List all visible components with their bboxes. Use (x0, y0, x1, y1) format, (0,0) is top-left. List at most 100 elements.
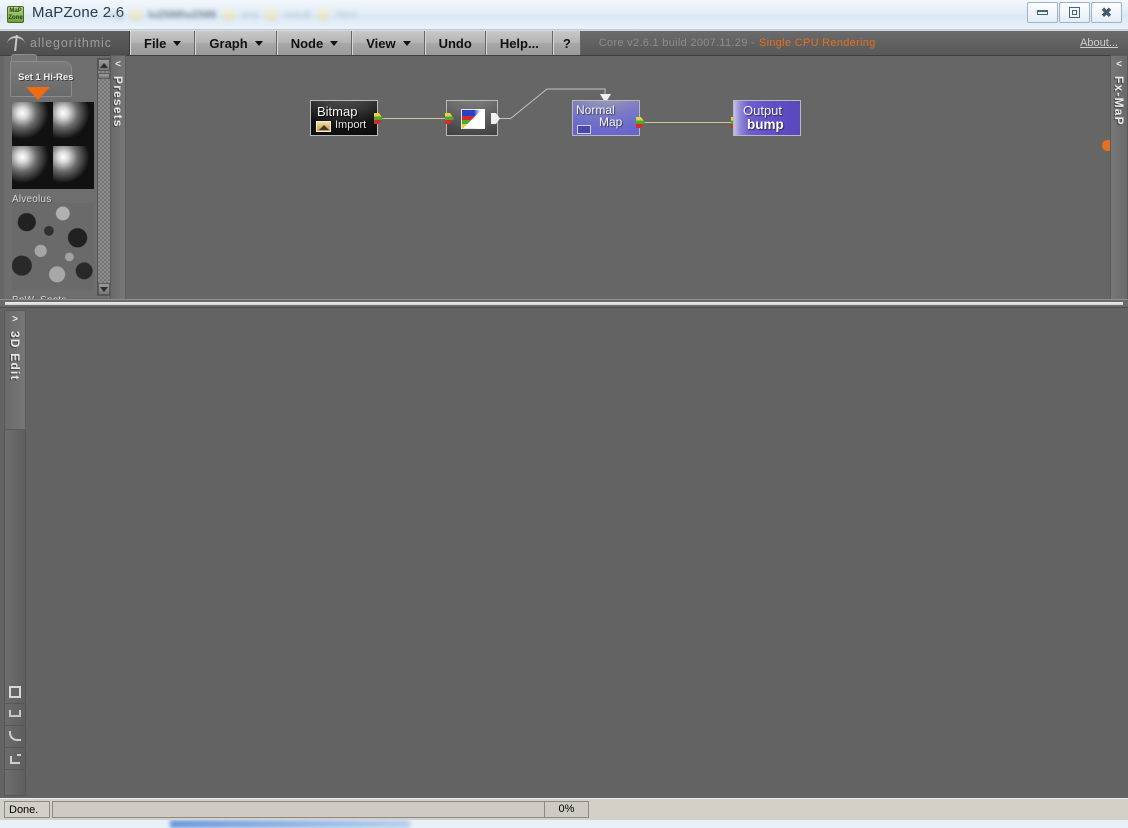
scroll-down-button[interactable] (98, 283, 110, 295)
close-button[interactable]: ✖ (1091, 2, 1122, 23)
mapzone-app-icon: MaP Zone (7, 6, 24, 23)
scrollbar-thumb[interactable] (98, 73, 110, 79)
ghost-icon (128, 8, 142, 21)
about-label: About... (1080, 37, 1118, 49)
node-title: Bitmap (317, 104, 358, 119)
menu-undo-label: Undo (438, 35, 472, 51)
chevron-down-icon (330, 40, 339, 46)
taskbar-ghost-item (170, 820, 410, 828)
main-menubar: allegorithmic File Graph Node View Undo … (0, 31, 1128, 56)
chevron-down-icon (254, 40, 263, 46)
menu-help-label: Help... (499, 35, 539, 51)
maximize-button[interactable] (1059, 2, 1090, 23)
horizontal-splitter[interactable] (0, 299, 1128, 308)
chevron-down-icon (173, 40, 182, 46)
maximize-icon (1069, 7, 1080, 18)
node-output-port[interactable] (374, 113, 383, 124)
scroll-up-button[interactable] (98, 59, 110, 71)
main-workspace: Set 1 Hi-Res Alveolus BnW_Spots < Preset… (0, 54, 1128, 800)
gradient-map-icon (461, 109, 485, 129)
ghost-icon (264, 8, 278, 21)
menu-view[interactable]: View (352, 31, 425, 55)
fxmap-marker-icon (1102, 140, 1110, 151)
preset-thumbnail[interactable] (12, 203, 94, 290)
menu-node-label: Node (290, 35, 324, 51)
menu-help[interactable]: Help... (485, 31, 553, 55)
node-subtitle: Map (599, 115, 623, 129)
about-link[interactable]: About... (1080, 31, 1128, 55)
ghost-text: \u2588\u2588 (147, 8, 217, 21)
image-file-icon (316, 121, 331, 132)
progress-bar: 0% (52, 801, 589, 818)
menu-graph-label: Graph (209, 35, 248, 51)
preset-item-bnw-spots[interactable]: BnW_Spots (12, 203, 94, 308)
preset-thumbnail[interactable] (12, 102, 94, 189)
close-icon: ✖ (1101, 5, 1112, 20)
menu-file-label: File (144, 35, 167, 51)
expand-right-icon[interactable]: > (12, 311, 18, 331)
corner-mark (14, 710, 21, 717)
minimize-button[interactable] (1027, 2, 1058, 23)
allegorithmic-logo-icon (6, 35, 26, 51)
graph-canvas[interactable]: Bitmap Import Normal Map Output bump (127, 56, 1099, 298)
ghost-text: ens (241, 8, 259, 21)
preset-folder-selector[interactable]: Set 1 Hi-Res (8, 54, 88, 100)
node-subtitle: bump (747, 117, 784, 132)
curve-tool-icon[interactable] (5, 726, 25, 748)
collapse-right-icon[interactable]: < (1116, 56, 1122, 76)
ghost-icon (316, 8, 330, 21)
menu-undo[interactable]: Undo (424, 31, 486, 55)
normal-map-icon (577, 125, 591, 134)
allegorithmic-brand: allegorithmic (0, 31, 130, 55)
dropdown-triangle-icon[interactable] (26, 87, 50, 100)
menu-view-label: View (366, 35, 396, 51)
ghost-text: result (283, 8, 311, 21)
minimize-icon (1037, 10, 1048, 15)
edit3d-tab-label: 3D Edit (8, 331, 22, 381)
presets-panel: Set 1 Hi-Res Alveolus BnW_Spots (4, 54, 111, 306)
node-body[interactable]: Bitmap Import (310, 100, 378, 136)
node-body[interactable]: Normal Map (572, 100, 640, 136)
edit-tool-group (5, 682, 25, 770)
core-version-text: Core v2.6.1 build 2007.11.29 - (598, 37, 755, 49)
progress-percent-label: 0% (544, 802, 588, 817)
node-body[interactable]: Output bump (733, 100, 801, 136)
presets-scrollbar[interactable] (97, 58, 111, 296)
ghost-text: html (335, 8, 357, 21)
edit3d-viewport[interactable] (30, 310, 1126, 796)
chevron-up-icon (100, 62, 108, 68)
preset-item-alveolus[interactable]: Alveolus (12, 102, 94, 207)
corner-mark (14, 691, 21, 698)
fxmap-tab-label: Fx-MaP (1112, 76, 1126, 126)
presets-panel-tab[interactable]: < Presets (110, 55, 126, 303)
background-ghost-items: ing \u2588\u2588 ens result html (108, 6, 357, 23)
menu-question-label: ? (562, 35, 571, 51)
window-controls: ✖ (1026, 2, 1122, 23)
taskbar-ghost-strip (0, 820, 1128, 828)
node-output-port[interactable] (636, 117, 645, 128)
mapzone-application-window: MaP Zone MaPZone 2.6 ing \u2588\u2588 ens… (0, 0, 1128, 828)
connection-wire (640, 122, 735, 123)
lower-panel: > 3D Edit (0, 308, 1128, 800)
presets-tab-label: Presets (111, 76, 125, 128)
anchor-tool-icon[interactable] (5, 748, 25, 770)
menu-file[interactable]: File (130, 31, 196, 55)
crop-tool-icon[interactable] (5, 682, 25, 704)
collapse-left-icon[interactable]: < (115, 56, 121, 76)
status-bar: Done. 0% (0, 798, 1128, 820)
chevron-down-icon (100, 286, 108, 292)
connection-wire (378, 118, 451, 119)
status-message: Done. (4, 801, 50, 818)
node-output-port[interactable] (491, 113, 500, 124)
menu-graph[interactable]: Graph (195, 31, 277, 55)
node-title: Output (743, 103, 783, 118)
window-titlebar: MaP Zone MaPZone 2.6 ing \u2588\u2588 ens… (0, 0, 1128, 30)
fxmap-panel-tab[interactable]: < Fx-MaP (1110, 55, 1128, 303)
brand-name: allegorithmic (30, 36, 112, 50)
menu-question[interactable]: ? (552, 31, 581, 55)
node-body[interactable] (446, 100, 498, 136)
corner-tool-icon[interactable] (5, 704, 25, 726)
edit3d-panel-tab[interactable]: > 3D Edit (4, 310, 26, 430)
preset-folder-label: Set 1 Hi-Res (18, 72, 74, 83)
menu-node[interactable]: Node (276, 31, 353, 55)
